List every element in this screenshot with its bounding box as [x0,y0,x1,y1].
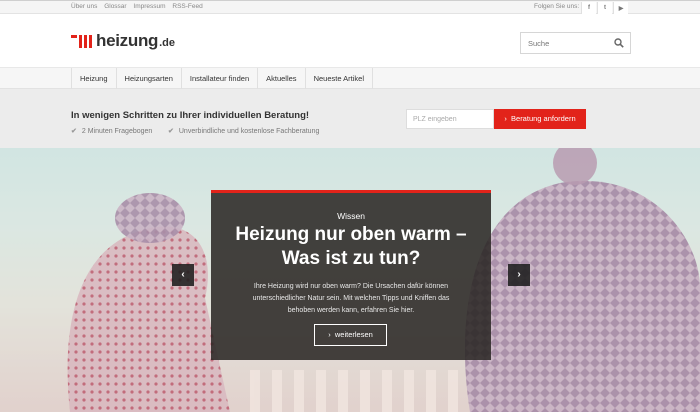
main-nav: Heizung Heizungsarten Installateur finde… [0,67,700,89]
read-more-button[interactable]: › weiterlesen [314,324,387,346]
article-teaser: Ihre Heizung wird nur oben warm? Die Urs… [252,283,450,314]
chevron-right-icon: › [328,330,331,339]
nav-item-heizungsarten[interactable]: Heizungsarten [115,68,181,89]
nav-list: Heizung Heizungsarten Installateur finde… [71,68,374,89]
plz-input[interactable] [406,109,494,129]
site-header: heizung .de [0,15,700,67]
nav-item-neueste-artikel[interactable]: Neueste Artikel [304,68,374,89]
top-link-rss-feed[interactable]: RSS-Feed [172,3,202,10]
logo-word: heizung [96,31,159,50]
slider-prev-button[interactable]: ‹ [172,264,194,286]
twitter-icon[interactable]: t [597,2,612,14]
search-box [520,32,631,54]
nav-item-installateur-finden[interactable]: Installateur finden [180,68,257,89]
hero-article-card: Wissen Heizung nur oben warm – Was ist z… [211,190,491,360]
check-icon: ✔ [168,128,174,135]
hero-slider: ‹ › Wissen Heizung nur oben warm – Was i… [0,148,700,412]
slider-next-button[interactable]: › [508,264,530,286]
facebook-icon[interactable]: f [581,2,596,14]
top-link-glossar[interactable]: Glossar [104,3,126,10]
follow-label: Folgen Sie uns: [534,3,580,10]
chevron-left-icon: ‹ [181,269,185,280]
article-category: Wissen [337,211,365,221]
feature-item: ✔ 2 Minuten Fragebogen [71,128,153,135]
logo-bars-icon [71,34,92,48]
top-links: Über uns Glossar Impressum RSS-Feed [71,3,208,10]
check-icon: ✔ [71,128,77,135]
request-consultation-button[interactable]: › Beratung anfordern [494,109,586,129]
logo-tld: .de [159,37,176,49]
consultation-heading: In wenigen Schritten zu Ihrer individuel… [71,110,310,121]
nav-item-aktuelles[interactable]: Aktuelles [257,68,304,89]
top-link-impressum[interactable]: Impressum [133,3,165,10]
search-icon[interactable] [614,38,624,48]
site-logo[interactable]: heizung .de [71,31,176,50]
top-bar: Über uns Glossar Impressum RSS-Feed Folg… [0,0,700,14]
article-title[interactable]: Heizung nur oben warm – Was ist zu tun? [221,223,481,271]
chevron-right-icon: › [517,269,521,280]
feature-item: ✔ Unverbindliche und kostenlose Fachberat… [168,128,320,135]
nav-item-heizung[interactable]: Heizung [71,68,116,89]
consultation-band: In wenigen Schritten zu Ihrer individuel… [0,89,700,148]
top-link-ueber-uns[interactable]: Über uns [71,3,97,10]
youtube-icon[interactable]: ▶ [613,2,628,14]
search-input[interactable] [521,33,609,53]
chevron-right-icon: › [504,114,507,123]
